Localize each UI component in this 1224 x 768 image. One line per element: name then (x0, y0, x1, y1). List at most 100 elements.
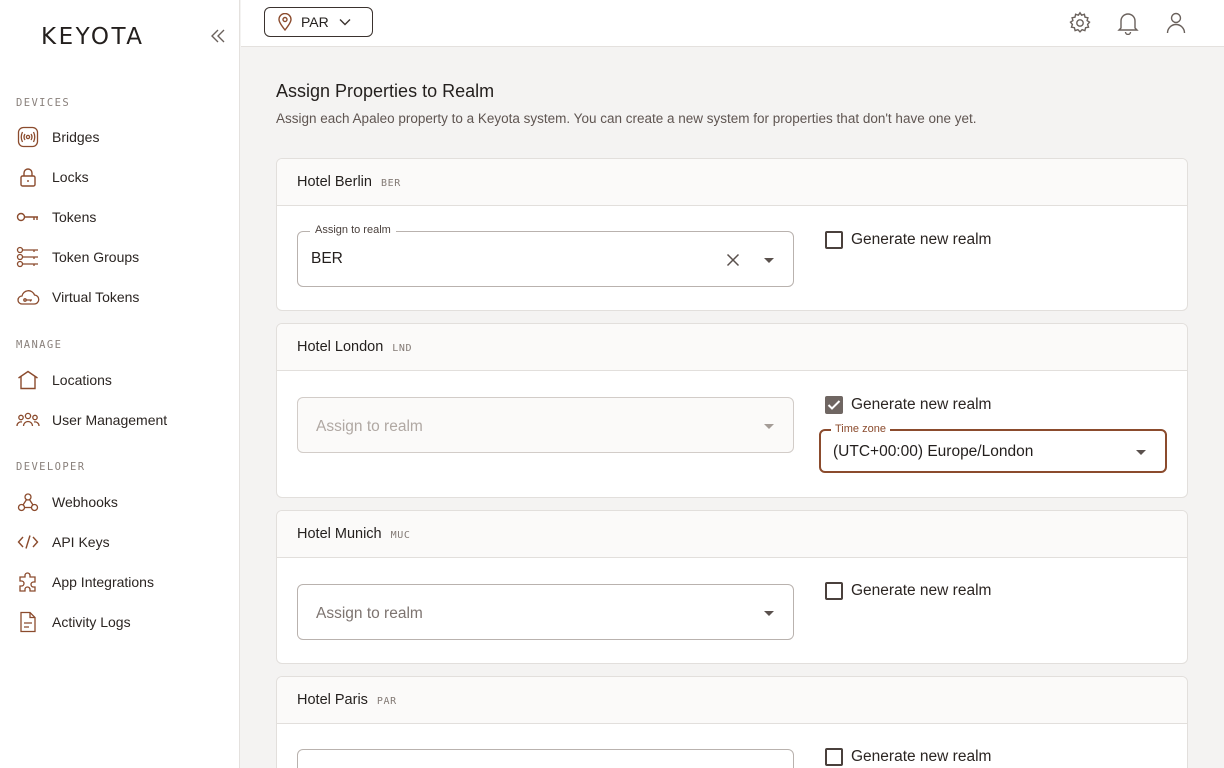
checkbox-label: Generate new realm (851, 231, 992, 248)
assign-realm-select[interactable]: Assign to realm BER (297, 224, 794, 287)
page-title: Assign Properties to Realm (276, 81, 495, 101)
property-code: PAR (376, 695, 397, 707)
property-name: Hotel London (297, 339, 384, 355)
property-card-munich: Hotel Munich MUC Assign to realm Generat… (276, 510, 1188, 664)
select-label: Assign to realm (310, 224, 396, 236)
users-icon (16, 408, 40, 432)
assign-realm-select[interactable]: Assign to realm (297, 584, 794, 640)
sidebar-item-label: Activity Logs (52, 614, 131, 630)
property-card-london: Hotel London LND Assign to realm Generat… (276, 323, 1188, 498)
sidebar-item-virtual-tokens[interactable]: Virtual Tokens (0, 279, 239, 315)
section-label-developer: DEVELOPER (16, 461, 86, 473)
bridge-icon (16, 125, 40, 149)
checkbox-box[interactable] (825, 396, 843, 414)
sidebar-item-label: Locks (52, 169, 89, 185)
key-icon (16, 205, 40, 229)
card-header: Hotel Paris PAR (277, 677, 1187, 724)
property-card-berlin: Hotel Berlin BER Assign to realm BER Gen… (276, 158, 1188, 311)
checkbox-label: Generate new realm (851, 396, 992, 413)
generate-realm-checkbox[interactable]: Generate new realm (825, 231, 991, 249)
timezone-value: (UTC+00:00) Europe/London (833, 443, 1034, 460)
caret-down-icon (763, 607, 775, 619)
generate-realm-checkbox[interactable]: Generate new realm (825, 748, 991, 766)
settings-button[interactable] (1067, 10, 1093, 36)
property-name: Hotel Paris (297, 692, 368, 708)
check-icon (827, 400, 841, 410)
sidebar-item-label: Token Groups (52, 249, 140, 265)
puzzle-icon (16, 570, 40, 594)
assign-realm-select[interactable] (297, 749, 794, 768)
chevron-down-icon (339, 18, 351, 26)
section-label-devices: DEVICES (16, 97, 71, 109)
timezone-select[interactable]: Time zone (UTC+00:00) Europe/London (819, 423, 1167, 473)
brand-logo: KEYOTA (41, 24, 145, 50)
generate-realm-checkbox[interactable]: Generate new realm (825, 582, 991, 600)
checkbox-box[interactable] (825, 748, 843, 766)
select-value: BER (311, 250, 343, 267)
sidebar-item-api-keys[interactable]: API Keys (0, 524, 239, 560)
select-placeholder: Assign to realm (316, 418, 423, 435)
profile-button[interactable] (1163, 10, 1189, 36)
select-placeholder: Assign to realm (316, 605, 423, 622)
property-name: Hotel Munich (297, 526, 382, 542)
bell-icon (1117, 13, 1139, 35)
checkbox-label: Generate new realm (851, 582, 992, 599)
sidebar-item-bridges[interactable]: Bridges (0, 119, 239, 155)
location-label: PAR (301, 14, 329, 30)
caret-down-icon (763, 254, 775, 266)
sidebar-item-label: Webhooks (52, 494, 118, 510)
document-icon (16, 610, 40, 634)
sidebar-item-token-groups[interactable]: Token Groups (0, 239, 239, 275)
sidebar-item-user-management[interactable]: User Management (0, 402, 239, 438)
sidebar: KEYOTA DEVICES Bridges Locks Tokens Toke… (0, 0, 240, 768)
timezone-label: Time zone (831, 423, 890, 435)
property-code: BER (380, 177, 401, 189)
notifications-button[interactable] (1115, 10, 1141, 36)
property-code: LND (392, 342, 413, 354)
double-chevron-left-icon (211, 29, 225, 43)
sidebar-item-tokens[interactable]: Tokens (0, 199, 239, 235)
location-selector[interactable]: PAR (264, 7, 373, 37)
card-header: Hotel Berlin BER (277, 159, 1187, 206)
lock-icon (16, 165, 40, 189)
clear-selection-button[interactable] (723, 250, 743, 270)
assign-realm-select[interactable]: Assign to realm (297, 397, 794, 453)
location-pin-icon (278, 13, 292, 31)
sidebar-item-label: Bridges (52, 129, 100, 145)
user-icon (1166, 12, 1186, 34)
gear-icon (1069, 11, 1091, 33)
sidebar-item-label: API Keys (52, 534, 110, 550)
collapse-sidebar-button[interactable] (207, 26, 229, 46)
sidebar-item-label: App Integrations (52, 574, 154, 590)
sidebar-item-activity-logs[interactable]: Activity Logs (0, 604, 239, 640)
card-header: Hotel London LND (277, 324, 1187, 371)
sidebar-item-webhooks[interactable]: Webhooks (0, 484, 239, 520)
section-label-manage: MANAGE (16, 339, 63, 351)
generate-realm-checkbox[interactable]: Generate new realm (825, 396, 991, 414)
code-icon (16, 530, 40, 554)
property-code: MUC (390, 529, 411, 541)
close-icon (726, 253, 740, 267)
sidebar-item-locks[interactable]: Locks (0, 159, 239, 195)
sidebar-item-app-integrations[interactable]: App Integrations (0, 564, 239, 600)
sidebar-item-label: Locations (52, 372, 112, 388)
cloud-icon (16, 285, 40, 309)
main-content: Assign Properties to Realm Assign each A… (241, 47, 1224, 768)
token-groups-icon (16, 245, 40, 269)
sidebar-item-label: Tokens (52, 209, 97, 225)
property-name: Hotel Berlin (297, 174, 372, 190)
checkbox-box[interactable] (825, 582, 843, 600)
sidebar-item-label: Virtual Tokens (52, 289, 140, 305)
webhook-icon (16, 490, 40, 514)
property-card-paris: Hotel Paris PAR Generate new realm (276, 676, 1188, 768)
page-subtitle: Assign each Apaleo property to a Keyota … (276, 111, 977, 126)
checkbox-label: Generate new realm (851, 748, 992, 765)
checkbox-box[interactable] (825, 231, 843, 249)
topbar: PAR (241, 0, 1224, 47)
caret-down-icon (1135, 446, 1147, 458)
card-header: Hotel Munich MUC (277, 511, 1187, 558)
caret-down-icon (763, 420, 775, 432)
sidebar-item-label: User Management (52, 412, 168, 428)
sidebar-item-locations[interactable]: Locations (0, 362, 239, 398)
home-icon (16, 368, 40, 392)
